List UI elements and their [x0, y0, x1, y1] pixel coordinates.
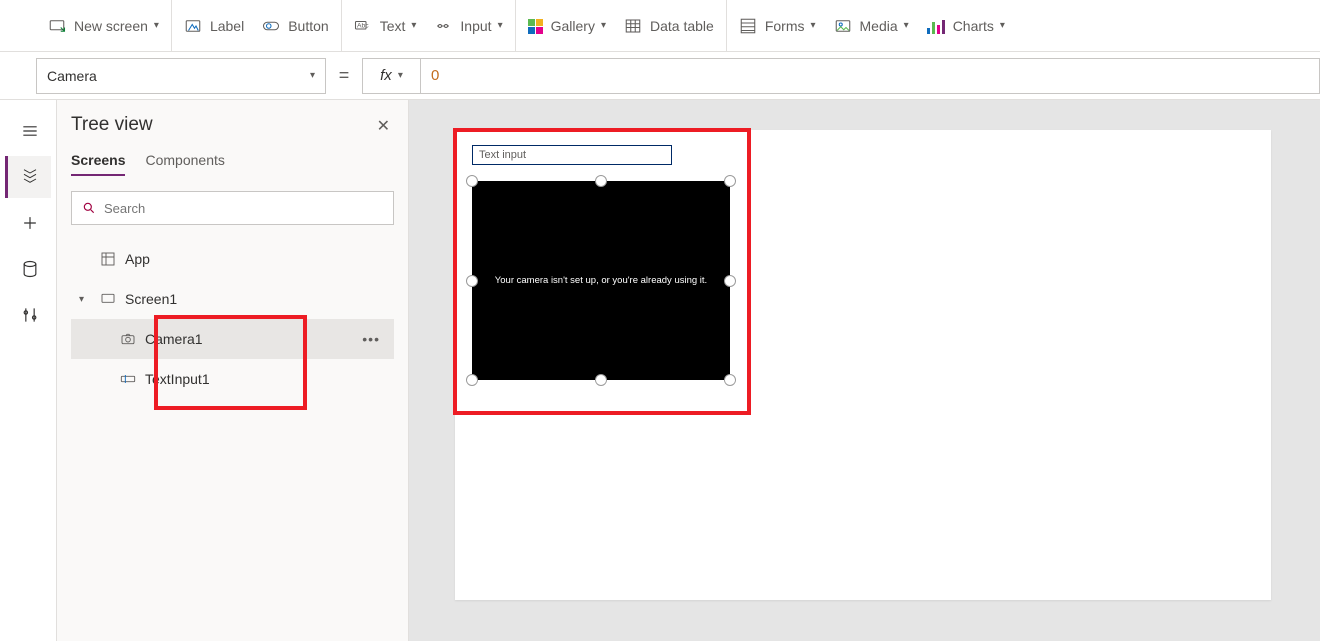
screen-icon: [99, 291, 117, 307]
camera-icon: [119, 331, 137, 347]
chevron-down-icon: ▾: [310, 70, 315, 81]
canvas-workspace: Your camera isn't set up, or you're alre…: [409, 100, 1320, 641]
chevron-down-icon: ▾: [154, 20, 159, 31]
more-icon[interactable]: •••: [362, 331, 380, 347]
tree-item-label: TextInput1: [145, 371, 210, 387]
search-icon: [82, 201, 96, 215]
gallery-label: Gallery: [551, 18, 595, 34]
media-label: Media: [860, 18, 898, 34]
label-button[interactable]: Label: [172, 0, 250, 51]
equals-sign: =: [326, 65, 362, 86]
forms-label: Forms: [765, 18, 805, 34]
chevron-down-icon: ▾: [810, 20, 815, 31]
resize-handle[interactable]: [724, 175, 736, 187]
resize-handle[interactable]: [595, 175, 607, 187]
input-label: Input: [460, 18, 491, 34]
tree-item-textinput1[interactable]: TextInput1: [71, 359, 394, 399]
chevron-down-icon: ▾: [398, 70, 403, 81]
resize-handle[interactable]: [724, 374, 736, 386]
fx-icon: fx: [380, 67, 392, 84]
ribbon-toolbar: New screen ▾ Label Button Abc Text ▾ Inp…: [0, 0, 1320, 52]
rail-hamburger[interactable]: [5, 110, 51, 152]
data-table-icon: [624, 17, 642, 35]
forms-icon: [739, 17, 757, 35]
media-icon: [834, 17, 852, 35]
tab-components[interactable]: Components: [145, 152, 224, 176]
charts-label: Charts: [953, 18, 994, 34]
button-button[interactable]: Button: [250, 0, 341, 51]
text-dropdown[interactable]: Abc Text ▾: [342, 0, 423, 51]
new-screen-button[interactable]: New screen ▾: [36, 0, 172, 51]
text-icon: Abc: [354, 17, 372, 35]
chevron-down-icon: ▾: [79, 294, 91, 305]
gallery-icon: [528, 18, 543, 33]
media-dropdown[interactable]: Media ▾: [822, 0, 915, 51]
input-icon: [434, 17, 452, 35]
canvas-screen[interactable]: Your camera isn't set up, or you're alre…: [455, 130, 1271, 600]
gallery-dropdown[interactable]: Gallery ▾: [516, 0, 612, 51]
formula-bar: Camera ▾ = fx ▾: [0, 52, 1320, 100]
tree-item-label: App: [125, 251, 150, 267]
charts-icon: [927, 18, 945, 34]
fx-button[interactable]: fx ▾: [362, 58, 420, 94]
chevron-down-icon: ▾: [411, 20, 416, 31]
text-input-icon: [119, 371, 137, 387]
resize-handle[interactable]: [466, 175, 478, 187]
chevron-down-icon: ▾: [1000, 20, 1005, 31]
camera-message: Your camera isn't set up, or you're alre…: [495, 275, 707, 286]
tree-item-label: Camera1: [145, 331, 203, 347]
resize-handle[interactable]: [595, 374, 607, 386]
rail-insert[interactable]: [5, 202, 51, 244]
chevron-down-icon: ▾: [498, 20, 503, 31]
close-icon[interactable]: ✕: [377, 116, 390, 136]
property-selector[interactable]: Camera ▾: [36, 58, 326, 94]
rail-tools[interactable]: [5, 294, 51, 336]
text-label: Text: [380, 18, 406, 34]
tree-view-panel: Tree view ✕ Screens Components App ▾ Scr…: [57, 100, 409, 641]
tree-search-input[interactable]: [104, 201, 383, 216]
input-dropdown[interactable]: Input ▾: [422, 0, 515, 51]
tree-item-screen1[interactable]: ▾ Screen1: [71, 279, 394, 319]
tree-view-title: Tree view: [71, 114, 394, 136]
tree-list: App ▾ Screen1 Camera1 ••• TextInput1: [71, 239, 394, 399]
resize-handle[interactable]: [466, 275, 478, 287]
text-input-control[interactable]: [472, 145, 672, 165]
tree-item-app[interactable]: App: [71, 239, 394, 279]
chevron-down-icon: ▾: [601, 20, 606, 31]
screen-icon: [48, 17, 66, 35]
property-selector-value: Camera: [47, 68, 97, 84]
tree-tabs: Screens Components: [71, 152, 394, 177]
label-icon: [184, 17, 202, 35]
left-rail: [0, 100, 57, 641]
tree-item-label: Screen1: [125, 291, 177, 307]
button-text: Button: [288, 18, 328, 34]
resize-handle[interactable]: [466, 374, 478, 386]
camera-control[interactable]: Your camera isn't set up, or you're alre…: [472, 181, 730, 380]
formula-input[interactable]: [420, 58, 1320, 94]
label-text: Label: [210, 18, 244, 34]
resize-handle[interactable]: [724, 275, 736, 287]
rail-treeview[interactable]: [5, 156, 51, 198]
tab-screens[interactable]: Screens: [71, 152, 125, 176]
rail-data[interactable]: [5, 248, 51, 290]
forms-dropdown[interactable]: Forms ▾: [727, 0, 822, 51]
data-table-button[interactable]: Data table: [612, 0, 727, 51]
new-screen-label: New screen: [74, 18, 148, 34]
button-icon: [262, 17, 280, 35]
tree-search[interactable]: [71, 191, 394, 225]
data-table-label: Data table: [650, 18, 714, 34]
chevron-down-icon: ▾: [904, 20, 909, 31]
svg-text:Abc: Abc: [357, 22, 369, 29]
app-icon: [99, 251, 117, 267]
tree-item-camera1[interactable]: Camera1 •••: [71, 319, 394, 359]
charts-dropdown[interactable]: Charts ▾: [915, 0, 1017, 51]
main-area: Tree view ✕ Screens Components App ▾ Scr…: [0, 100, 1320, 641]
